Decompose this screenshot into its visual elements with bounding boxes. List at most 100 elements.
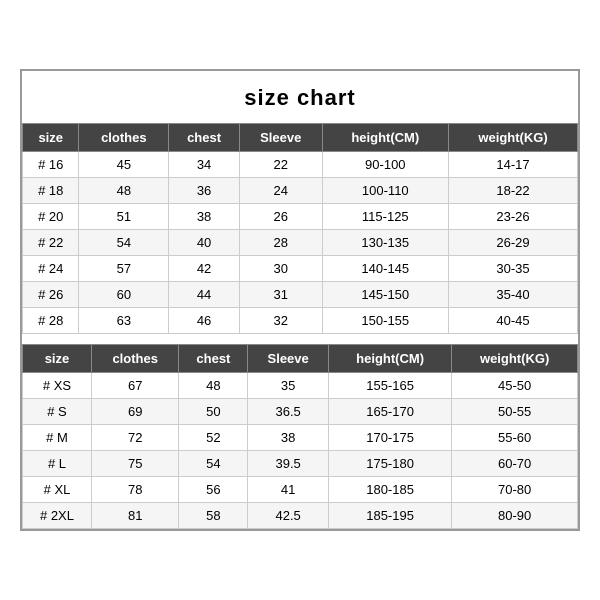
table-cell: # 22 bbox=[23, 230, 79, 256]
table-cell: 60-70 bbox=[452, 451, 578, 477]
table2-col-header: size bbox=[23, 345, 92, 373]
table-row: # 20513826115-12523-26 bbox=[23, 204, 578, 230]
table-cell: 78 bbox=[91, 477, 178, 503]
table-row: # M725238170-17555-60 bbox=[23, 425, 578, 451]
table-cell: 40-45 bbox=[449, 308, 578, 334]
table-cell: # XS bbox=[23, 373, 92, 399]
table-cell: 28 bbox=[239, 230, 322, 256]
table-cell: 81 bbox=[91, 503, 178, 529]
table1-col-header: chest bbox=[169, 124, 240, 152]
table-cell: 45 bbox=[79, 152, 169, 178]
table-cell: 46 bbox=[169, 308, 240, 334]
table-cell: 45-50 bbox=[452, 373, 578, 399]
table-cell: 80-90 bbox=[452, 503, 578, 529]
table-cell: # 2XL bbox=[23, 503, 92, 529]
table-cell: 26 bbox=[239, 204, 322, 230]
size-chart-container: size chart sizeclotheschestSleeveheight(… bbox=[20, 69, 580, 531]
table-cell: 100-110 bbox=[322, 178, 449, 204]
table-cell: 58 bbox=[179, 503, 248, 529]
table-cell: 24 bbox=[239, 178, 322, 204]
table2-col-header: height(CM) bbox=[328, 345, 451, 373]
table1-col-header: weight(KG) bbox=[449, 124, 578, 152]
table-row: # 22544028130-13526-29 bbox=[23, 230, 578, 256]
table-row: # 18483624100-11018-22 bbox=[23, 178, 578, 204]
table-row: # 1645342290-10014-17 bbox=[23, 152, 578, 178]
table-cell: 44 bbox=[169, 282, 240, 308]
table-cell: # 18 bbox=[23, 178, 79, 204]
table-cell: 42 bbox=[169, 256, 240, 282]
table-cell: 51 bbox=[79, 204, 169, 230]
table-cell: 57 bbox=[79, 256, 169, 282]
table1-col-header: height(CM) bbox=[322, 124, 449, 152]
table-cell: 32 bbox=[239, 308, 322, 334]
table-row: # 26604431145-15035-40 bbox=[23, 282, 578, 308]
table-cell: 39.5 bbox=[248, 451, 329, 477]
table2-header: sizeclotheschestSleeveheight(CM)weight(K… bbox=[23, 345, 578, 373]
table2-col-header: weight(KG) bbox=[452, 345, 578, 373]
table-row: # L755439.5175-18060-70 bbox=[23, 451, 578, 477]
table-cell: 36.5 bbox=[248, 399, 329, 425]
table2-col-header: Sleeve bbox=[248, 345, 329, 373]
table-cell: 48 bbox=[79, 178, 169, 204]
table-row: # XL785641180-18570-80 bbox=[23, 477, 578, 503]
size-table-2: sizeclotheschestSleeveheight(CM)weight(K… bbox=[22, 344, 578, 529]
table-cell: 60 bbox=[79, 282, 169, 308]
table-cell: 22 bbox=[239, 152, 322, 178]
table-cell: 40 bbox=[169, 230, 240, 256]
table2-col-header: clothes bbox=[91, 345, 178, 373]
table-cell: 54 bbox=[79, 230, 169, 256]
table-cell: 50-55 bbox=[452, 399, 578, 425]
table-cell: 30 bbox=[239, 256, 322, 282]
table1-col-header: size bbox=[23, 124, 79, 152]
table-cell: 175-180 bbox=[328, 451, 451, 477]
table-cell: 70-80 bbox=[452, 477, 578, 503]
table2-col-header: chest bbox=[179, 345, 248, 373]
table-cell: 130-135 bbox=[322, 230, 449, 256]
table-row: # XS674835155-16545-50 bbox=[23, 373, 578, 399]
table-cell: 26-29 bbox=[449, 230, 578, 256]
table-cell: 48 bbox=[179, 373, 248, 399]
table-row: # 24574230140-14530-35 bbox=[23, 256, 578, 282]
table-cell: 72 bbox=[91, 425, 178, 451]
table-cell: 170-175 bbox=[328, 425, 451, 451]
table-cell: 69 bbox=[91, 399, 178, 425]
table-cell: # L bbox=[23, 451, 92, 477]
table-cell: 31 bbox=[239, 282, 322, 308]
table-cell: 56 bbox=[179, 477, 248, 503]
table-cell: 180-185 bbox=[328, 477, 451, 503]
table-cell: 35 bbox=[248, 373, 329, 399]
table-cell: 55-60 bbox=[452, 425, 578, 451]
section-gap bbox=[22, 334, 578, 344]
table1-col-header: Sleeve bbox=[239, 124, 322, 152]
table1-header: sizeclotheschestSleeveheight(CM)weight(K… bbox=[23, 124, 578, 152]
table-row: # 2XL815842.5185-19580-90 bbox=[23, 503, 578, 529]
table-cell: # 28 bbox=[23, 308, 79, 334]
table-cell: 35-40 bbox=[449, 282, 578, 308]
table-cell: 50 bbox=[179, 399, 248, 425]
chart-title: size chart bbox=[22, 71, 578, 123]
table-cell: 90-100 bbox=[322, 152, 449, 178]
table-cell: # 24 bbox=[23, 256, 79, 282]
table1-col-header: clothes bbox=[79, 124, 169, 152]
table-cell: # M bbox=[23, 425, 92, 451]
table-cell: 14-17 bbox=[449, 152, 578, 178]
table-cell: 54 bbox=[179, 451, 248, 477]
table-cell: 42.5 bbox=[248, 503, 329, 529]
table-cell: # XL bbox=[23, 477, 92, 503]
size-table-1: sizeclotheschestSleeveheight(CM)weight(K… bbox=[22, 123, 578, 334]
table-cell: # S bbox=[23, 399, 92, 425]
table-cell: 185-195 bbox=[328, 503, 451, 529]
table-cell: 52 bbox=[179, 425, 248, 451]
table-row: # 28634632150-15540-45 bbox=[23, 308, 578, 334]
table-cell: 145-150 bbox=[322, 282, 449, 308]
table-cell: 155-165 bbox=[328, 373, 451, 399]
table-cell: 18-22 bbox=[449, 178, 578, 204]
table-cell: 38 bbox=[169, 204, 240, 230]
table-cell: 63 bbox=[79, 308, 169, 334]
table-cell: # 16 bbox=[23, 152, 79, 178]
table1-body: # 1645342290-10014-17# 18483624100-11018… bbox=[23, 152, 578, 334]
table-cell: # 20 bbox=[23, 204, 79, 230]
table-cell: 38 bbox=[248, 425, 329, 451]
table-cell: 140-145 bbox=[322, 256, 449, 282]
table-cell: 150-155 bbox=[322, 308, 449, 334]
